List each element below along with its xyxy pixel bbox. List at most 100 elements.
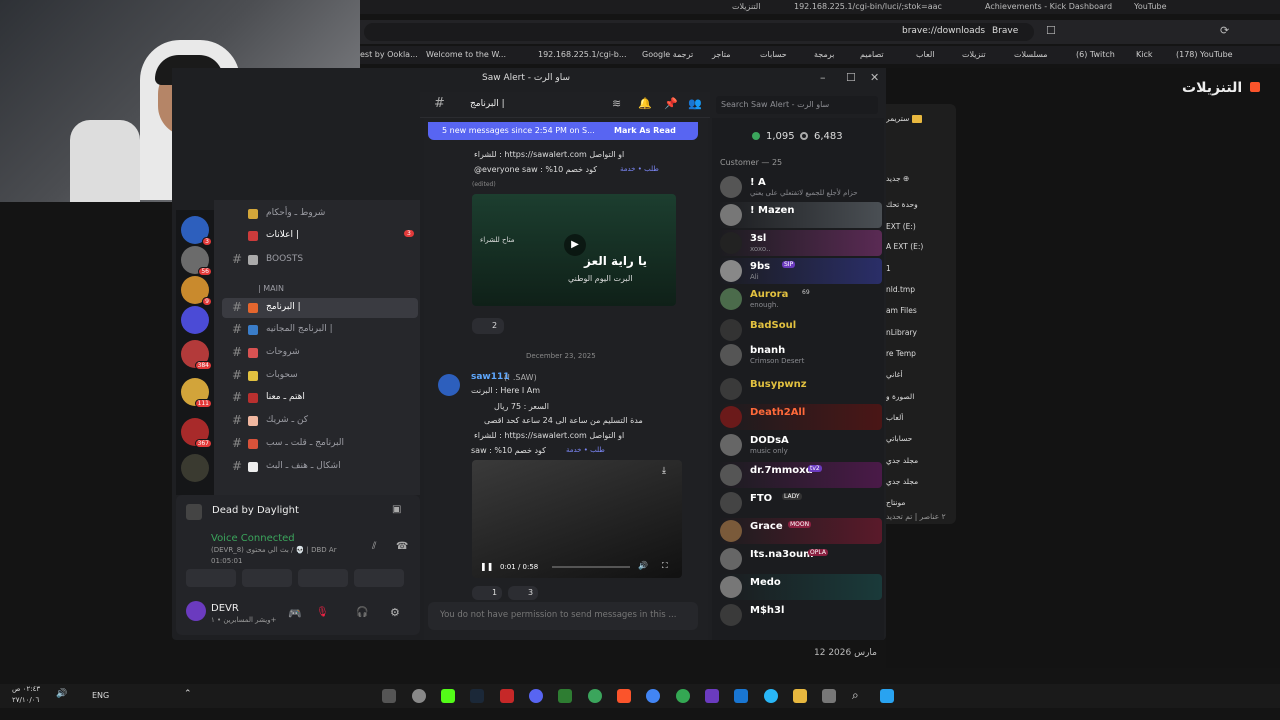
member-item[interactable]: Its.na3oum OPLA <box>718 546 882 572</box>
explorer-row[interactable]: am Files <box>886 306 952 318</box>
threads-icon[interactable]: ≋ <box>612 97 621 110</box>
server-icon[interactable]: 3 <box>181 216 212 246</box>
role-tag[interactable]: طلب • خدمة <box>566 446 605 454</box>
bookmark-item[interactable]: تنزيلات <box>962 50 986 59</box>
volume-icon[interactable]: 🔊 <box>638 561 648 570</box>
channel-item[interactable]: # شروحات <box>222 343 418 363</box>
taskbar-app-icon[interactable] <box>764 689 778 703</box>
taskbar-app-icon[interactable] <box>822 689 836 703</box>
member-item[interactable]: ! A حزام لأجلع للجميع لاتفتعلي على يعني <box>718 174 882 200</box>
discord-icon[interactable] <box>529 689 543 703</box>
member-item[interactable]: Death2All <box>718 404 882 430</box>
channel-item[interactable]: # كن ـ شريك <box>222 411 418 431</box>
gamepad-icon[interactable]: 🎮 <box>288 607 302 620</box>
reaction-button[interactable]: 3 <box>508 586 538 600</box>
tab-downloads[interactable]: التنزيلات <box>732 2 760 11</box>
attachment-image[interactable]: يا راية العز البرت اليوم الوطني متاح للش… <box>472 194 676 306</box>
soundboard-button[interactable] <box>354 569 404 587</box>
explorer-row[interactable]: أغاني <box>886 370 952 382</box>
server-icon[interactable] <box>181 306 209 334</box>
explorer-row[interactable]: EXT (E:) <box>886 222 952 234</box>
chrome-icon[interactable] <box>646 689 660 703</box>
member-item[interactable]: dr.7mmoxd tv2 <box>718 462 882 488</box>
explorer-row[interactable]: nld.tmp <box>886 285 952 297</box>
stream-icon[interactable]: ▣ <box>392 504 401 515</box>
explorer-row[interactable]: الصورة و <box>886 392 952 404</box>
reaction-button[interactable]: 2 <box>472 318 504 334</box>
explorer-row[interactable]: مونتاج <box>886 498 952 510</box>
bookmark-item[interactable]: متاجر <box>712 50 731 59</box>
member-item[interactable]: 9bs Ali SIP <box>718 258 882 284</box>
channel-item[interactable]: # اشكال ـ هنف ـ البث <box>222 457 418 477</box>
chrome-icon[interactable] <box>676 689 690 703</box>
address-field[interactable]: brave://downloads Brave <box>364 23 1034 41</box>
folder-icon[interactable] <box>793 689 807 703</box>
language-indicator[interactable]: ENG <box>92 691 109 700</box>
explorer-row[interactable]: re Temp <box>886 349 952 361</box>
fullscreen-icon[interactable]: ⛶ <box>662 561 668 571</box>
download-icon[interactable]: ⤓ <box>662 466 666 476</box>
bookmark-item[interactable]: (6) Twitch <box>1076 50 1115 59</box>
video-progress[interactable] <box>552 566 630 568</box>
deafen-icon[interactable]: 🎧 <box>356 607 368 618</box>
explorer-row[interactable]: وحدة تحك <box>886 200 952 212</box>
channel-item-active[interactable]: # البرنامج | <box>222 298 418 318</box>
server-icon[interactable]: 56 <box>181 246 212 276</box>
channel-item[interactable]: # اهتم ـ معنا <box>222 388 418 408</box>
channel-item[interactable]: # البرنامج ـ قلت ـ سب <box>222 434 418 454</box>
bookmark-item[interactable]: (178) YouTube <box>1176 50 1233 59</box>
member-item[interactable]: Aurora enough. 69 <box>718 286 882 312</box>
activities-button[interactable] <box>298 569 348 587</box>
bookmark-icon[interactable]: ☐ <box>1046 24 1056 37</box>
search-input[interactable]: Search Saw Alert - ساو الرت <box>716 96 878 114</box>
bookmark-item[interactable]: مسلسلات <box>1014 50 1048 59</box>
volume-icon[interactable]: 🔊 <box>56 689 67 699</box>
role-tag[interactable]: طلب • خدمة <box>620 165 659 173</box>
bookmark-item[interactable]: Google ترجمة <box>642 50 693 59</box>
members-icon[interactable]: 👥 <box>688 97 702 110</box>
member-item[interactable]: Grace MOON <box>718 518 882 544</box>
screenshare-button[interactable] <box>242 569 292 587</box>
taskbar-app-icon[interactable] <box>588 689 602 703</box>
windows-start-icon[interactable] <box>880 689 894 703</box>
steam-icon[interactable] <box>470 689 484 703</box>
category-header[interactable]: | MAIN <box>222 280 418 300</box>
channel-item[interactable]: اعلانات | 3 <box>222 226 418 246</box>
explorer-row[interactable]: 1 <box>886 264 952 276</box>
explorer-row[interactable]: مجلد جدي <box>886 456 952 468</box>
pause-icon[interactable]: ❚❚ <box>480 562 493 571</box>
mark-read-button[interactable]: Mark As Read <box>614 126 676 135</box>
bookmark-item[interactable]: برمجة <box>814 50 834 59</box>
taskbar-app-icon[interactable] <box>500 689 514 703</box>
reload-icon[interactable]: ⟳ <box>1220 24 1229 37</box>
member-item[interactable]: M$h3l <box>718 602 882 628</box>
minimize-icon[interactable]: – <box>820 71 826 84</box>
taskbar-app-icon[interactable] <box>382 689 396 703</box>
server-icon[interactable]: 111 <box>181 378 212 408</box>
bell-icon[interactable]: 🔔 <box>638 97 652 110</box>
member-item[interactable]: ! Mazen <box>718 202 882 228</box>
bookmark-item[interactable]: العاب <box>916 50 935 59</box>
bookmark-item[interactable]: est by Ookla... <box>360 50 418 59</box>
explorer-row[interactable]: ألعاب <box>886 413 952 425</box>
disconnect-icon[interactable]: ☎ <box>396 541 408 552</box>
member-item[interactable]: Busypwnz <box>718 376 882 402</box>
explorer-row[interactable]: A EXT (E:) <box>886 242 952 254</box>
chevron-up-icon[interactable]: ⌃ <box>184 689 192 699</box>
explorer-row[interactable]: nLibrary <box>886 328 952 340</box>
member-item[interactable]: DODsA music only <box>718 432 882 458</box>
channel-item[interactable]: # BOOSTS <box>222 250 418 270</box>
tab-kick[interactable]: Achievements - Kick Dashboard <box>985 2 1112 11</box>
avatar[interactable] <box>186 601 206 621</box>
server-icon[interactable]: 384 <box>181 340 212 370</box>
member-item[interactable]: FTO LADY <box>718 490 882 516</box>
channel-item[interactable]: شروط ـ وأحكام <box>222 204 418 224</box>
noise-icon[interactable]: ⫽ <box>372 541 376 552</box>
pin-icon[interactable]: 📌 <box>664 97 678 110</box>
server-icon[interactable]: 9 <box>181 276 212 306</box>
kick-icon[interactable] <box>441 689 455 703</box>
mute-icon[interactable]: 🎙 <box>316 607 329 618</box>
gear-icon[interactable]: ⚙ <box>390 606 400 619</box>
channel-item[interactable]: # سحوبات <box>222 366 418 386</box>
bookmark-item[interactable]: Kick <box>1136 50 1153 59</box>
